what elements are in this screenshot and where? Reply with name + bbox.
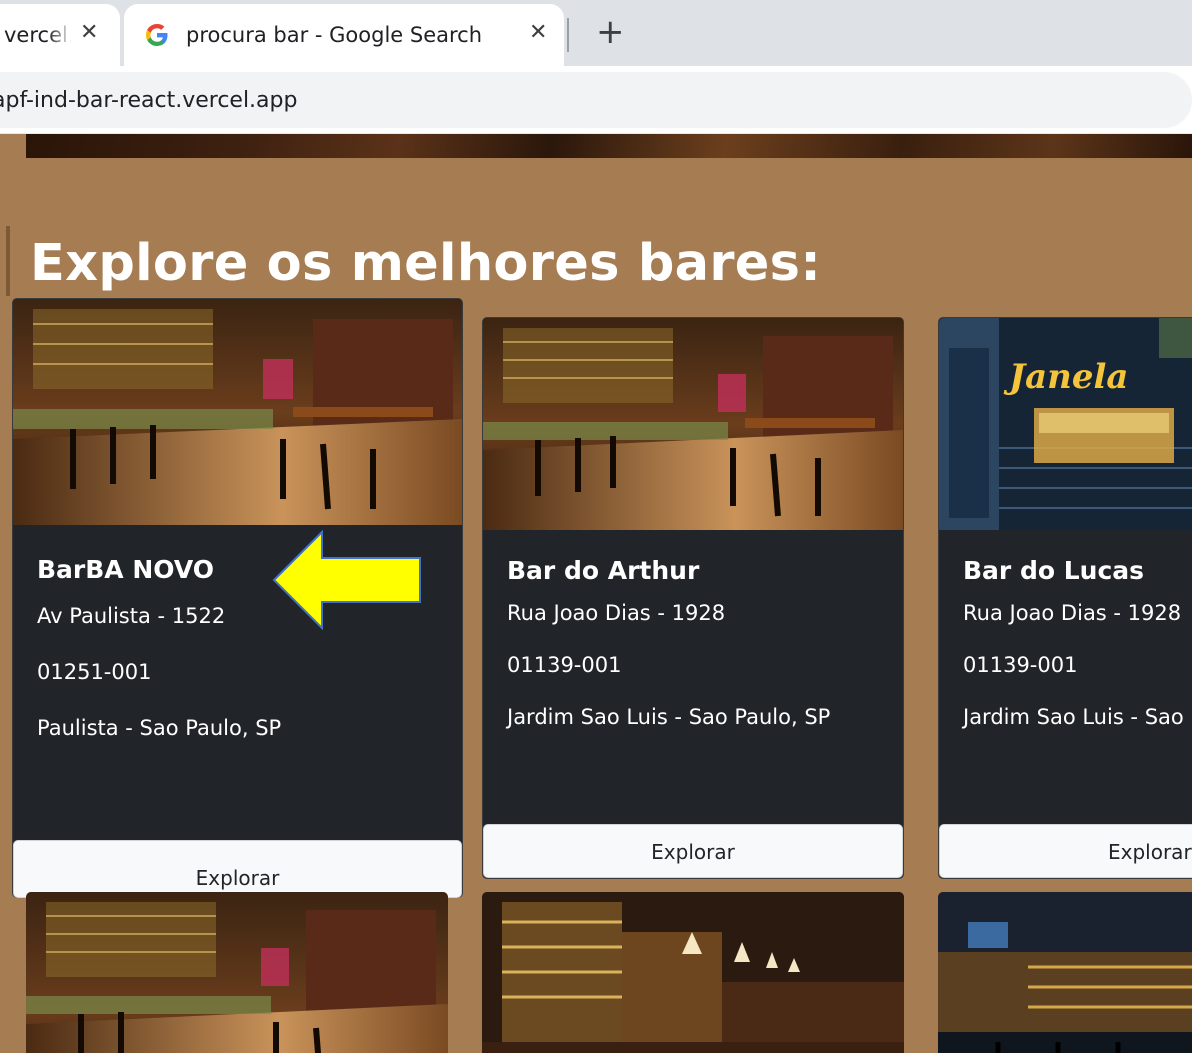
- bar-cep: 01251-001: [37, 660, 152, 684]
- bar-card: [938, 892, 1192, 1053]
- page-content: Explore os melhores bares: BarBA NOVO Av…: [0, 134, 1192, 1053]
- bar-card: Janela Bar do Lucas Rua Joao Dias - 1928…: [938, 317, 1192, 879]
- tab-title: procura bar - Google Search: [186, 23, 483, 47]
- divider: [6, 226, 10, 296]
- explore-button[interactable]: Explorar: [13, 840, 462, 898]
- bar-card: [26, 892, 448, 1053]
- bar-address: Rua Joao Dias - 1928: [963, 601, 1182, 625]
- browser-tab-vercel[interactable]: vercel.app ✕: [0, 4, 120, 66]
- annotation-arrow-icon: [272, 529, 424, 634]
- bar-photo: Janela: [939, 318, 1192, 530]
- bar-card: Bar do Arthur Rua Joao Dias - 1928 01139…: [482, 317, 904, 879]
- section-title: Explore os melhores bares:: [30, 234, 822, 293]
- google-icon: [144, 22, 170, 48]
- new-tab-button[interactable]: +: [596, 12, 625, 52]
- bar-district: Jardim Sao Luis - Sao Paulo, SP: [963, 705, 1192, 729]
- bar-district: Paulista - Sao Paulo, SP: [37, 716, 282, 740]
- bar-photo: [26, 892, 448, 1053]
- browser-tab-strip: vercel.app ✕ procura bar - Google Search…: [0, 0, 1192, 66]
- bar-district: Jardim Sao Luis - Sao Paulo, SP: [507, 705, 831, 729]
- address-text: apf-ind-bar-react.vercel.app: [0, 87, 298, 113]
- tab-separator: [567, 18, 569, 52]
- address-bar[interactable]: apf-ind-bar-react.vercel.app: [0, 72, 1192, 128]
- bar-name: Bar do Lucas: [963, 556, 1145, 585]
- bar-photo: [13, 299, 462, 525]
- browser-toolbar: apf-ind-bar-react.vercel.app: [0, 66, 1192, 134]
- close-icon[interactable]: ✕: [529, 20, 547, 45]
- bar-photo: [482, 892, 904, 1053]
- bar-photo: [483, 318, 903, 530]
- explore-button[interactable]: Explorar: [483, 824, 903, 878]
- bar-address: Av Paulista - 1522: [37, 604, 226, 628]
- browser-tab-google-search[interactable]: procura bar - Google Search ✕: [124, 4, 564, 66]
- hero-image-bottom: [26, 134, 1192, 158]
- bar-cep: 01139-001: [963, 653, 1078, 677]
- bar-name: Bar do Arthur: [507, 556, 700, 585]
- bar-name: BarBA NOVO: [37, 555, 215, 584]
- bar-photo: [938, 892, 1192, 1053]
- sign-text: Janela: [1003, 357, 1128, 397]
- bar-cep: 01139-001: [507, 653, 622, 677]
- bar-address: Rua Joao Dias - 1928: [507, 601, 726, 625]
- explore-button[interactable]: Explorar: [939, 824, 1192, 878]
- tab-title: vercel.app: [4, 23, 72, 47]
- bar-card: [482, 892, 904, 1053]
- close-icon[interactable]: ✕: [80, 20, 98, 45]
